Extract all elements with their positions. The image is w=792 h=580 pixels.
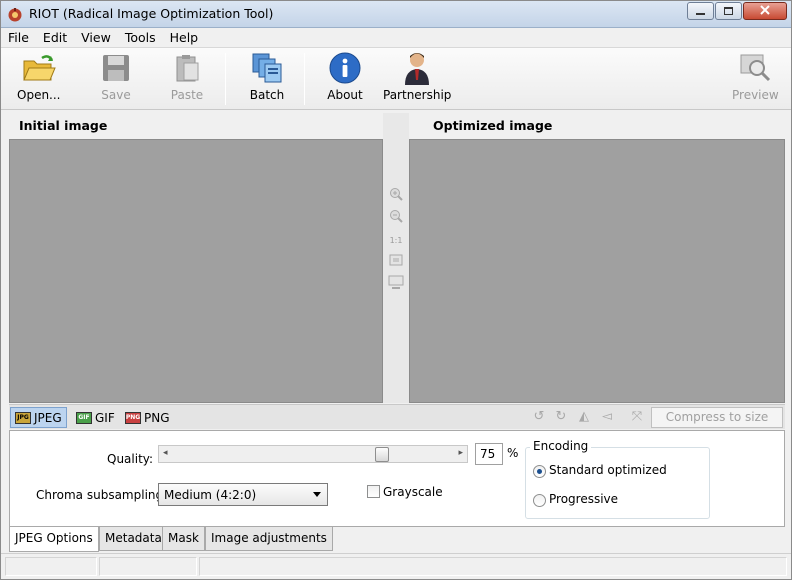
maximize-icon	[724, 7, 733, 15]
gif-file-icon: GIF	[76, 411, 92, 424]
standard-optimized-label: Standard optimized	[549, 463, 667, 477]
close-icon	[760, 4, 770, 18]
format-jpeg-tab[interactable]: JPG JPEG	[10, 407, 67, 428]
grayscale-label: Grayscale	[383, 485, 443, 499]
businessman-icon	[399, 51, 435, 85]
chroma-subsampling-value: Medium (4:2:0)	[164, 488, 257, 502]
quality-slider-thumb[interactable]	[374, 447, 389, 462]
toolbar-separator	[304, 53, 305, 105]
format-jpeg-label: JPEG	[34, 410, 62, 425]
status-cell	[99, 557, 197, 576]
chroma-subsampling-label: Chroma subsampling:	[36, 488, 168, 502]
tab-metadata[interactable]: Metadata	[99, 527, 168, 551]
encoding-legend: Encoding	[530, 439, 592, 453]
optimized-image-header: Optimized image	[423, 113, 785, 139]
menu-tools[interactable]: Tools	[118, 28, 163, 47]
jpeg-file-icon: JPG	[15, 411, 31, 424]
zoom-out-icon[interactable]	[388, 209, 404, 223]
paste-label: Paste	[170, 88, 204, 102]
about-label: About	[327, 88, 363, 102]
flip-vertical-icon[interactable]: ◅	[599, 409, 615, 425]
tab-image-adjustments[interactable]: Image adjustments	[205, 527, 333, 551]
status-cell	[199, 557, 787, 576]
quality-value-field[interactable]: 75	[475, 443, 503, 465]
rotate-right-icon[interactable]: ↻	[553, 409, 569, 425]
zoom-in-icon[interactable]	[388, 187, 404, 201]
menu-edit[interactable]: Edit	[36, 28, 74, 47]
open-folder-icon	[21, 51, 57, 85]
riot-app-icon	[7, 7, 23, 23]
menu-bar: File Edit View Tools Help	[1, 28, 791, 48]
rotate-left-icon[interactable]: ↺	[531, 409, 547, 425]
preview-button[interactable]: Preview	[732, 51, 779, 107]
title-bar: RIOT (Radical Image Optimization Tool)	[1, 1, 791, 28]
paste-button[interactable]: Paste	[169, 51, 205, 107]
optimized-image-pane[interactable]	[409, 139, 785, 403]
status-cell	[5, 557, 97, 576]
progressive-label: Progressive	[549, 492, 619, 506]
maximize-button[interactable]	[715, 2, 742, 20]
status-bar	[1, 553, 791, 579]
jpeg-options-panel: Quality: ◂ ▸ 75 % Chroma subsampling: Me…	[9, 430, 785, 527]
standard-optimized-radio[interactable]	[533, 465, 546, 478]
tab-jpeg-options[interactable]: JPEG Options	[9, 527, 99, 552]
save-button[interactable]: Save	[98, 51, 134, 107]
quality-unit: %	[507, 446, 519, 460]
window-title: RIOT (Radical Image Optimization Tool)	[29, 6, 274, 21]
partnership-label: Partnership	[383, 88, 452, 102]
format-tab-bar: JPG JPEG GIF GIF PNG PNG ↺ ↻ ◭ ◅ ⤧ Compr…	[9, 404, 785, 429]
slider-right-arrow-icon[interactable]: ▸	[458, 448, 463, 458]
minimize-icon	[696, 13, 705, 15]
preview-label: Preview	[732, 88, 779, 102]
batch-images-icon	[249, 51, 285, 85]
zoom-controls: 1:1	[383, 113, 409, 403]
minimize-button[interactable]	[687, 2, 714, 20]
info-icon	[327, 51, 363, 85]
format-png-tab[interactable]: PNG PNG	[121, 407, 174, 428]
format-png-label: PNG	[144, 410, 170, 425]
quality-slider[interactable]: ◂ ▸	[158, 445, 468, 463]
quality-label: Quality:	[107, 452, 154, 466]
preview-magnifier-icon	[737, 51, 773, 85]
format-gif-label: GIF	[95, 410, 115, 425]
open-label: Open...	[17, 88, 61, 102]
grayscale-checkbox[interactable]	[367, 485, 380, 498]
menu-view[interactable]: View	[74, 28, 118, 47]
about-button[interactable]: About	[327, 51, 363, 107]
progressive-radio[interactable]	[533, 494, 546, 507]
encoding-group	[525, 447, 710, 519]
partnership-button[interactable]: Partnership	[383, 51, 451, 107]
initial-image-header: Initial image	[9, 113, 383, 139]
chevron-down-icon	[313, 492, 321, 497]
close-button[interactable]	[743, 2, 787, 20]
app-window: RIOT (Radical Image Optimization Tool) F…	[0, 0, 792, 580]
toolbar-separator	[225, 53, 226, 105]
save-disk-icon	[98, 51, 134, 85]
save-label: Save	[101, 88, 131, 102]
paste-clipboard-icon	[169, 51, 205, 85]
initial-image-pane[interactable]	[9, 139, 383, 403]
tab-mask[interactable]: Mask	[162, 527, 205, 551]
chroma-subsampling-select[interactable]: Medium (4:2:0)	[158, 483, 328, 506]
compress-to-size-button[interactable]: Compress to size	[651, 407, 783, 428]
open-button[interactable]: Open...	[17, 51, 61, 107]
actual-size-button[interactable]: 1:1	[388, 233, 404, 247]
flip-horizontal-icon[interactable]: ◭	[576, 409, 592, 425]
toolbar: Open... Save Paste Batch About Partnersh…	[1, 48, 791, 110]
format-gif-tab[interactable]: GIF GIF	[72, 407, 119, 428]
png-file-icon: PNG	[125, 411, 141, 424]
menu-file[interactable]: File	[1, 28, 36, 47]
batch-label: Batch	[249, 88, 285, 102]
batch-button[interactable]: Batch	[249, 51, 285, 107]
fit-to-window-icon[interactable]	[388, 253, 404, 267]
options-tabs: JPEG Options Metadata Mask Image adjustm…	[9, 527, 785, 552]
slider-left-arrow-icon[interactable]: ◂	[163, 448, 168, 458]
compare-view-icon[interactable]	[388, 275, 404, 289]
resize-icon[interactable]: ⤧	[629, 409, 645, 425]
menu-help[interactable]: Help	[163, 28, 206, 47]
